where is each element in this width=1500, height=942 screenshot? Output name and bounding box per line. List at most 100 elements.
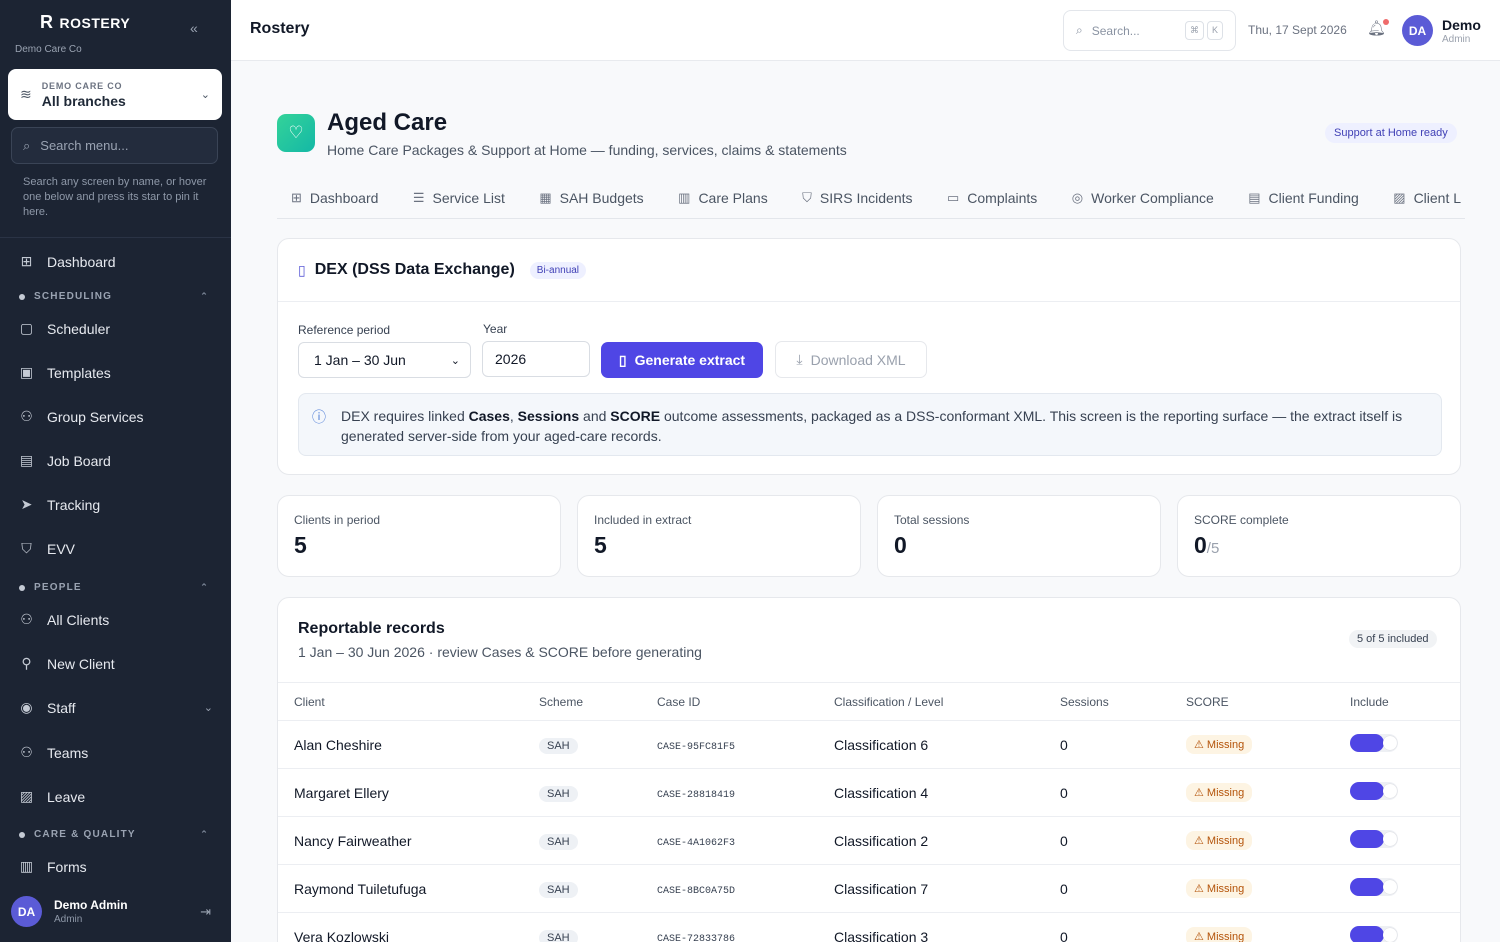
sidebar-item-scheduler[interactable]: ▢ Scheduler <box>18 320 213 337</box>
section-dot <box>19 293 25 300</box>
tab-sirs-incidents[interactable]: ⛉ SIRS Incidents <box>802 185 912 211</box>
include-toggle[interactable] <box>1350 926 1398 942</box>
file-icon: ▯ <box>618 351 627 368</box>
check-circle-icon: ◎ <box>1071 190 1084 205</box>
table-row[interactable]: Raymond Tuiletufuga SAH CASE-8BC0A75D Class… <box>278 864 1460 913</box>
case-id[interactable]: CASE-28818419 <box>657 790 735 801</box>
top-user[interactable]: Demo Admin <box>1442 17 1481 45</box>
include-toggle[interactable] <box>1350 830 1398 848</box>
col-scheme[interactable]: Scheme <box>539 682 657 721</box>
sidebar-item-evv[interactable]: ⛉ EVV <box>18 540 213 557</box>
search-icon: ⌕ <box>1076 23 1083 37</box>
col-case-id[interactable]: Case ID <box>657 682 834 721</box>
branch-selector[interactable]: ≋ DEMO CARE CO All branches ⌄ <box>8 69 222 120</box>
tab-sah-budgets[interactable]: ▦ SAH Budgets <box>539 185 643 211</box>
include-toggle[interactable] <box>1350 734 1398 752</box>
generate-extract-button[interactable]: ▯ Generate extract <box>601 342 763 378</box>
case-id[interactable]: CASE-95FC81F5 <box>657 742 735 753</box>
case-id[interactable]: CASE-4A1062F3 <box>657 838 735 849</box>
sidebar-item-staff[interactable]: ◉ Staff ⌄ <box>18 699 213 716</box>
table-row[interactable]: Alan Cheshire SAH CASE-95FC81F5 Classificat… <box>278 720 1460 769</box>
toggle-fill <box>1350 926 1384 942</box>
table-row[interactable]: Margaret Ellery SAH CASE-28818419 Classific… <box>278 768 1460 817</box>
sidebar-item-group-services[interactable]: ⚇ Group Services <box>18 408 213 425</box>
dex-title: DEX (DSS Data Exchange) <box>314 261 515 278</box>
tab-service-list[interactable]: ☰ Service List <box>413 185 505 211</box>
toggle-knob <box>1383 832 1397 846</box>
cell-scheme: SAH <box>539 912 657 942</box>
col-score[interactable]: SCORE <box>1186 682 1350 721</box>
include-toggle[interactable] <box>1350 782 1398 800</box>
cell-scheme: SAH <box>539 816 657 865</box>
user-plus-icon: ⚲ <box>21 655 32 671</box>
scheme-badge: SAH <box>539 737 578 754</box>
sidebar-item-teams[interactable]: ⚇ Teams <box>18 744 213 761</box>
sidebar-item-label: Scheduler <box>47 320 111 337</box>
search-icon: ⌕ <box>23 137 31 153</box>
section-care-quality[interactable]: CARE & QUALITY ⌃ <box>19 829 209 840</box>
bell-icon[interactable]: 🔔︎ <box>1367 19 1390 37</box>
stat-value: 5 <box>594 532 607 559</box>
table-row[interactable]: Nancy Fairweather SAH CASE-4A1062F3 Classif… <box>278 816 1460 865</box>
sidebar-item-templates[interactable]: ▣ Templates <box>18 364 213 381</box>
divider <box>278 301 1460 302</box>
kbd-k: K <box>1206 21 1223 40</box>
year-input[interactable] <box>482 341 590 377</box>
cell-client: Nancy Fairweather <box>278 816 539 865</box>
year-label: Year <box>483 322 508 336</box>
brand[interactable]: R ROSTERY <box>40 12 130 33</box>
menu-hint: Search any screen by name, or hover one … <box>23 176 207 218</box>
sidebar-item-label: Tracking <box>47 496 101 513</box>
tab-client-funding[interactable]: ▤ Client Funding <box>1248 185 1359 211</box>
sidebar-item-label: Teams <box>47 744 89 761</box>
cell-client: Vera Kozlowski <box>278 912 539 942</box>
sidebar-item-dashboard[interactable]: ⊞ Dashboard <box>18 253 213 270</box>
info-part: DEX requires linked <box>341 408 469 424</box>
menu-search-input[interactable]: ⌕ Search menu... <box>11 127 218 164</box>
sidebar-item-forms[interactable]: ▥ Forms <box>18 858 213 875</box>
col-client[interactable]: Client <box>278 682 539 721</box>
sidebar-item-leave[interactable]: ▨ Leave <box>18 788 213 805</box>
case-id[interactable]: CASE-72833786 <box>657 934 735 942</box>
info-text: DEX requires linked Cases, Sessions and … <box>341 408 1402 444</box>
avatar[interactable]: DA <box>1402 15 1433 46</box>
records-table: Client Scheme Case ID Classification / L… <box>278 682 1460 942</box>
sidebar-item-all-clients[interactable]: ⚇ All Clients <box>18 611 213 628</box>
period-label: Reference period <box>298 323 391 337</box>
section-scheduling[interactable]: SCHEDULING ⌃ <box>19 291 209 302</box>
col-sessions[interactable]: Sessions <box>1060 682 1186 721</box>
cell-classification: Classification 4 <box>834 768 1060 817</box>
toggle-knob <box>1383 784 1397 798</box>
module-tabs: ⊞ Dashboard ☰ Service List ▦ SAH Budgets ▥ C… <box>277 185 1465 219</box>
col-classification[interactable]: Classification / Level <box>834 682 1060 721</box>
cell-client: Margaret Ellery <box>278 768 539 817</box>
logout-icon[interactable]: ⇥ <box>200 904 211 920</box>
cell-include <box>1350 816 1460 865</box>
col-include[interactable]: Include <box>1350 682 1460 721</box>
collapse-sidebar-icon[interactable]: « <box>190 20 198 36</box>
stat-label: Clients in period <box>294 513 381 527</box>
stat-number: 0 <box>1194 532 1207 558</box>
period-select[interactable]: 1 Jan – 30 Jun ⌄ <box>298 342 471 378</box>
global-search-input[interactable]: ⌕ Search... ⌘ K <box>1063 10 1236 51</box>
info-icon: ⓘ <box>312 409 326 425</box>
generate-label: Generate extract <box>634 352 746 368</box>
sidebar-item-job-board[interactable]: ▤ Job Board <box>18 452 213 469</box>
tab-care-plans[interactable]: ▥ Care Plans <box>678 185 768 211</box>
section-people[interactable]: PEOPLE ⌃ <box>19 582 209 593</box>
score-status: Missing <box>1206 883 1245 895</box>
include-toggle[interactable] <box>1350 878 1398 896</box>
sidebar-item-tracking[interactable]: ➤ Tracking <box>18 496 213 513</box>
sidebar-item-new-client[interactable]: ⚲ New Client <box>18 655 213 672</box>
case-id[interactable]: CASE-8BC0A75D <box>657 886 735 897</box>
tab-worker-compliance[interactable]: ◎ Worker Compliance <box>1072 185 1214 211</box>
sidebar-user[interactable]: DA Demo Admin Admin ⇥ <box>11 896 211 927</box>
table-row[interactable]: Vera Kozlowski SAH CASE-72833786 Classifica… <box>278 912 1460 942</box>
tab-dashboard[interactable]: ⊞ Dashboard <box>291 185 378 211</box>
cell-case-id: CASE-4A1062F3 <box>657 816 834 865</box>
cell-include <box>1350 720 1460 769</box>
tab-client-l[interactable]: ▨ Client L <box>1393 185 1461 211</box>
download-xml-button[interactable]: ⤓ Download XML <box>775 341 927 378</box>
tab-complaints[interactable]: ▭ Complaints <box>947 185 1037 211</box>
cell-scheme: SAH <box>539 768 657 817</box>
